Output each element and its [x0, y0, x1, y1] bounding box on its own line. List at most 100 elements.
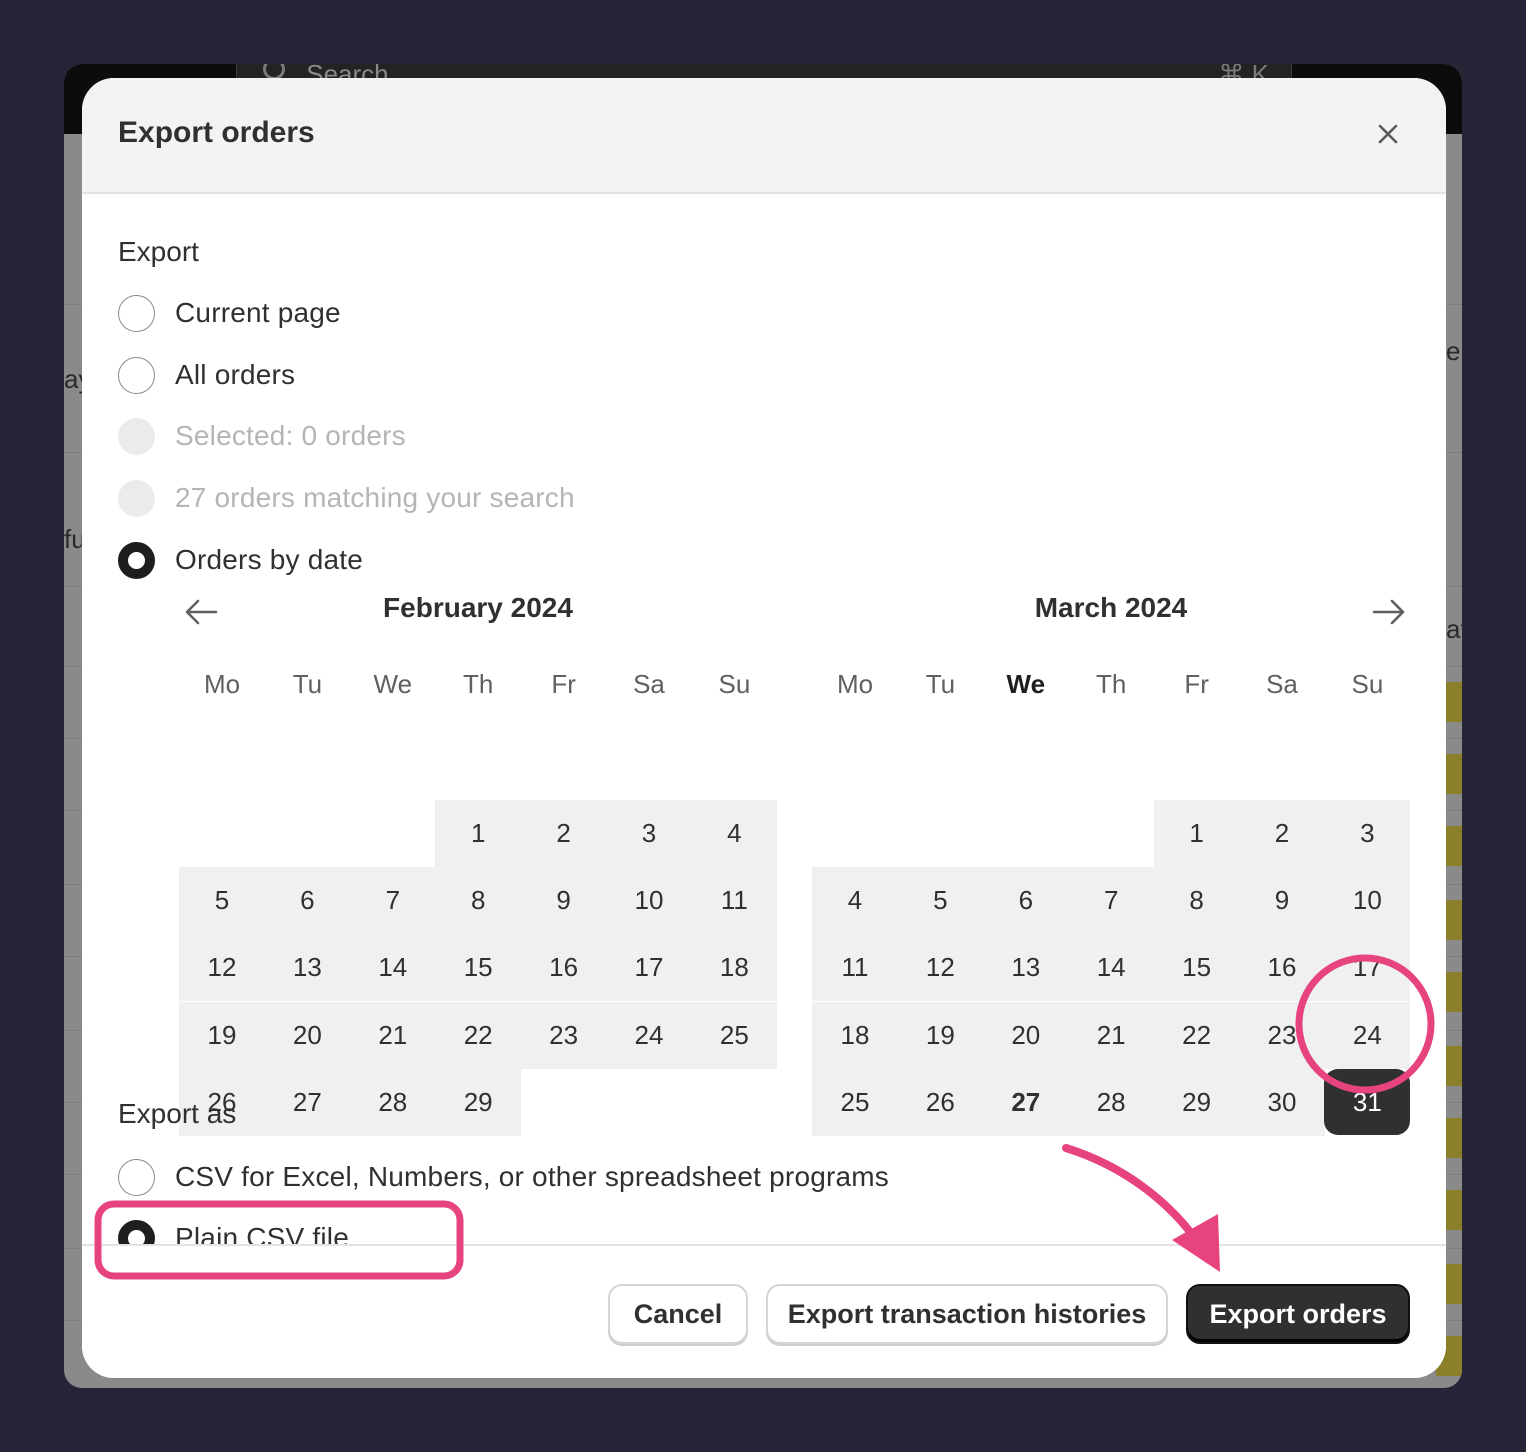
calendar-day[interactable]: 26: [897, 1068, 984, 1136]
weekday-header: Sa: [1266, 669, 1298, 699]
radio-label: Current page: [175, 297, 341, 328]
calendar-day[interactable]: 23: [520, 1001, 607, 1069]
calendar-day[interactable]: 28: [349, 1068, 436, 1136]
radio-button: [118, 417, 155, 455]
calendar-day[interactable]: 6: [264, 867, 351, 935]
weekday-header: Sa: [633, 669, 665, 699]
calendar-day[interactable]: 30: [1239, 1068, 1325, 1136]
radio-csv-excel[interactable]: CSV for Excel, Numbers, or other spreads…: [118, 1157, 889, 1197]
radio-button[interactable]: [118, 1158, 155, 1196]
bg-text-fragment: at: [1446, 614, 1462, 644]
weekday-header: Th: [463, 669, 494, 699]
radio-label: Orders by date: [175, 544, 363, 575]
calendar-day[interactable]: 9: [1239, 867, 1325, 935]
calendar-day[interactable]: 12: [897, 934, 984, 1002]
weekday-header: We: [373, 669, 413, 699]
export-section-label: Export: [118, 236, 199, 267]
calendar-day[interactable]: 11: [691, 867, 778, 935]
calendar-day[interactable]: 22: [435, 1001, 522, 1069]
radio-label: Selected: 0 orders: [175, 420, 406, 451]
calendar-day[interactable]: 19: [897, 1001, 984, 1069]
calendar-day[interactable]: 5: [179, 867, 265, 935]
calendar-day[interactable]: 18: [812, 1001, 898, 1069]
calendar-day[interactable]: 5: [897, 867, 984, 935]
calendar-day[interactable]: 25: [691, 1001, 778, 1069]
calendar-day[interactable]: 29: [435, 1068, 522, 1136]
calendar-day[interactable]: 7: [349, 867, 436, 935]
calendar-day[interactable]: 15: [435, 934, 522, 1002]
month-title-february: February 2024: [383, 592, 573, 623]
radio-orders-by-date[interactable]: Orders by date: [118, 540, 363, 580]
calendar-day[interactable]: 10: [606, 867, 692, 935]
cancel-button[interactable]: Cancel: [608, 1284, 748, 1344]
calendar-day[interactable]: 10: [1324, 867, 1411, 935]
calendar-day[interactable]: 21: [349, 1001, 436, 1069]
export-orders-button[interactable]: Export orders: [1186, 1284, 1410, 1344]
radio-button: [118, 479, 155, 517]
calendar-day[interactable]: 2: [520, 800, 607, 867]
modal-footer: Cancel Export transaction histories Expo…: [82, 1244, 1446, 1378]
radio-matching-search: 27 orders matching your search: [118, 478, 575, 518]
radio-label: CSV for Excel, Numbers, or other spreads…: [175, 1161, 890, 1192]
calendar-day[interactable]: 8: [1153, 867, 1240, 935]
calendar-day[interactable]: 22: [1153, 1001, 1240, 1069]
calendar-day[interactable]: 19: [179, 1001, 265, 1069]
calendar-day[interactable]: 7: [1068, 867, 1155, 935]
calendar-day[interactable]: 3: [606, 800, 692, 867]
calendar-day[interactable]: 23: [1239, 1001, 1325, 1069]
weekday-header: We: [1006, 669, 1046, 699]
calendar-day[interactable]: 16: [520, 934, 607, 1002]
calendar-day[interactable]: 16: [1239, 934, 1325, 1002]
calendar-day[interactable]: 12: [179, 934, 265, 1002]
weekday-header: Mo: [836, 669, 874, 699]
calendar-day[interactable]: 20: [982, 1001, 1069, 1069]
calendar-day[interactable]: 13: [982, 934, 1069, 1002]
calendar-day[interactable]: 8: [435, 867, 522, 935]
calendar-day[interactable]: 15: [1153, 934, 1240, 1002]
calendar-day-selected[interactable]: 31: [1324, 1068, 1411, 1135]
calendar-day[interactable]: 18: [691, 934, 778, 1002]
calendar-march: Mo Tu We Th Fr Sa Su 1 2 3 4 5 6 7 8 9 10 11 12 13 14 15 16 17 1…: [812, 664, 1411, 1136]
weekday-header: Tu: [925, 669, 956, 699]
calendar-day[interactable]: 11: [812, 934, 898, 1002]
radio-button[interactable]: [118, 541, 155, 579]
calendar-february: Mo Tu We Th Fr Sa Su 1 2 3 4 5 6 7 8 9 10 11 12 13 14 15 16 17 1…: [179, 664, 778, 1136]
weekday-header: Su: [1351, 669, 1384, 699]
calendar-day[interactable]: 4: [812, 867, 898, 935]
calendar-day[interactable]: 27: [982, 1068, 1069, 1136]
weekday-header: Mo: [203, 669, 241, 699]
calendar-day[interactable]: 24: [1324, 1001, 1411, 1069]
calendar-day[interactable]: 29: [1153, 1068, 1240, 1136]
calendar-day[interactable]: 28: [1068, 1068, 1155, 1136]
calendar-day[interactable]: 17: [1324, 934, 1411, 1002]
calendar-day[interactable]: 25: [812, 1068, 898, 1136]
weekday-header: Su: [718, 669, 751, 699]
calendar-day[interactable]: 14: [349, 934, 436, 1002]
calendar-day[interactable]: 21: [1068, 1001, 1155, 1069]
calendar-day[interactable]: 9: [520, 867, 607, 935]
calendar-day[interactable]: 14: [1068, 934, 1155, 1002]
radio-button[interactable]: [118, 356, 155, 394]
calendar-day[interactable]: 3: [1324, 800, 1411, 867]
calendar-day[interactable]: 2: [1239, 800, 1325, 867]
calendar-day[interactable]: 27: [264, 1068, 351, 1136]
close-button[interactable]: [1368, 114, 1408, 154]
radio-current-page[interactable]: Current page: [118, 293, 341, 333]
bg-text-fragment: e: [1446, 336, 1461, 366]
export-transaction-histories-button[interactable]: Export transaction histories: [766, 1284, 1168, 1344]
calendar-day[interactable]: 24: [606, 1001, 692, 1069]
radio-button[interactable]: [118, 294, 155, 332]
modal-header: Export orders: [82, 78, 1446, 194]
calendar-day[interactable]: 17: [606, 934, 692, 1002]
calendar-day[interactable]: 13: [264, 934, 351, 1002]
weekday-header: Fr: [551, 669, 576, 699]
calendar-day[interactable]: 1: [435, 800, 522, 867]
export-orders-modal: Export orders Export Current page All or…: [82, 78, 1446, 1378]
calendar-day[interactable]: 20: [264, 1001, 351, 1069]
calendar-day[interactable]: 1: [1153, 800, 1240, 867]
radio-all-orders[interactable]: All orders: [118, 355, 295, 395]
export-as-section-label: Export as: [118, 1098, 237, 1129]
month-title-march: March 2024: [1034, 592, 1188, 623]
calendar-day[interactable]: 6: [982, 867, 1069, 935]
calendar-day[interactable]: 4: [691, 800, 778, 867]
